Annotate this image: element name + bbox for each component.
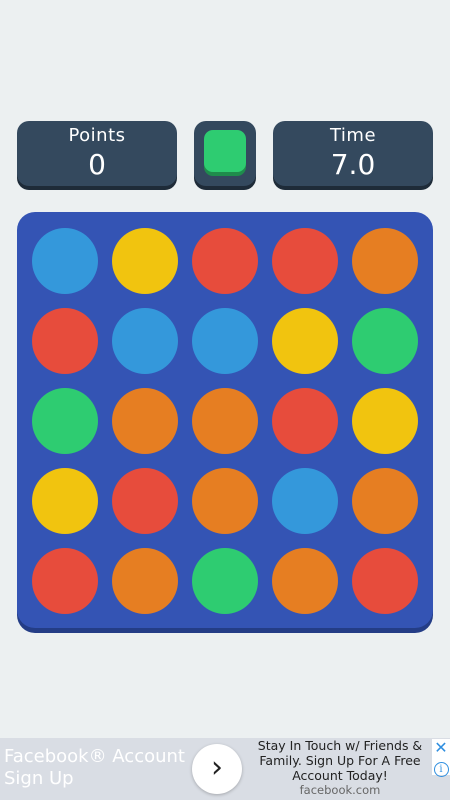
ad-banner[interactable]: Facebook® Account Sign Up › Stay In Touc… [0, 738, 450, 800]
green-circle-button[interactable] [32, 388, 98, 458]
points-label: Points [68, 125, 126, 146]
blue-circle-button[interactable] [272, 468, 338, 538]
ad-title[interactable]: Facebook® Account Sign Up [4, 746, 194, 790]
orange-circle-button[interactable] [192, 388, 258, 458]
blue-circle-button[interactable] [112, 308, 178, 378]
red-circle-button[interactable] [272, 388, 338, 458]
orange-circle-button[interactable] [112, 548, 178, 618]
blue-circle-button[interactable] [192, 308, 258, 378]
yellow-circle-button[interactable] [272, 308, 338, 378]
yellow-circle-button[interactable] [112, 228, 178, 298]
blue-circle-button[interactable] [32, 228, 98, 298]
ad-domain[interactable]: facebook.com [255, 783, 425, 797]
red-circle-button[interactable] [272, 228, 338, 298]
orange-circle-button[interactable] [272, 548, 338, 618]
chevron-right-icon[interactable]: › [192, 744, 242, 794]
time-label: Time [329, 125, 377, 146]
red-circle-button[interactable] [352, 548, 418, 618]
green-circle-button[interactable] [352, 308, 418, 378]
target-color-panel [194, 121, 256, 186]
points-panel: Points 0 [17, 121, 177, 186]
orange-circle-button[interactable] [352, 468, 418, 538]
ad-description[interactable]: Stay In Touch w/ Friends & Family. Sign … [255, 738, 425, 783]
target-color-swatch [204, 130, 246, 172]
time-value: 7.0 [330, 148, 376, 181]
red-circle-button[interactable] [32, 308, 98, 378]
points-value: 0 [88, 148, 106, 181]
yellow-circle-button[interactable] [352, 388, 418, 458]
red-circle-button[interactable] [112, 468, 178, 538]
orange-circle-button[interactable] [192, 468, 258, 538]
red-circle-button[interactable] [192, 228, 258, 298]
green-circle-button[interactable] [192, 548, 258, 618]
orange-circle-button[interactable] [352, 228, 418, 298]
time-panel: Time 7.0 [273, 121, 433, 186]
ad-info-button[interactable]: i [432, 757, 450, 777]
info-icon[interactable]: i [433, 762, 449, 777]
orange-circle-button[interactable] [112, 388, 178, 458]
yellow-circle-button[interactable] [32, 468, 98, 538]
close-icon[interactable]: ✕ [432, 739, 450, 757]
red-circle-button[interactable] [32, 548, 98, 618]
game-board [17, 212, 433, 628]
